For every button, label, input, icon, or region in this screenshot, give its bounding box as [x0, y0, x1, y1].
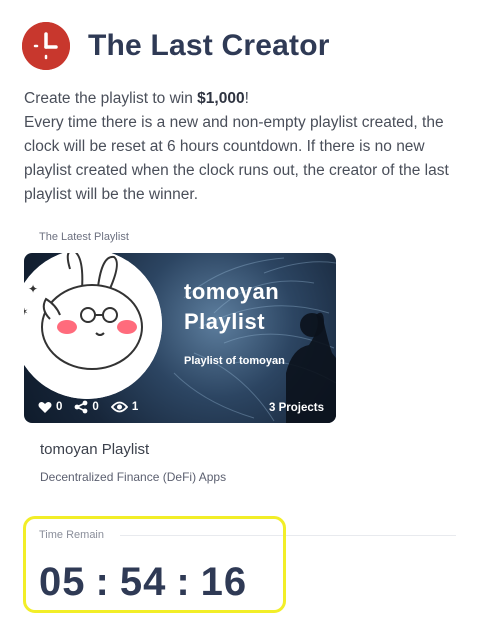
- eye-icon: [110, 401, 128, 413]
- intro-body: Every time there is a new and non-empty …: [24, 114, 449, 203]
- playlist-category: Decentralized Finance (DeFi) Apps: [40, 470, 227, 484]
- latest-playlist-label: The Latest Playlist: [39, 231, 129, 243]
- card-stats: 0 0 1: [38, 400, 138, 414]
- playlist-card[interactable]: ✦ ✶ tomoyan Playlist Playlist of tomoyan…: [24, 253, 336, 423]
- svg-text:✦: ✦: [28, 282, 38, 296]
- clock-icon: [22, 22, 70, 70]
- heart-icon: [38, 401, 52, 413]
- highlight-box: [23, 516, 286, 613]
- header: The Last Creator: [22, 22, 330, 70]
- intro-suffix: !: [244, 90, 249, 107]
- shares-count: 0: [92, 401, 99, 413]
- views-count: 1: [131, 401, 139, 413]
- intro-text: Create the playlist to win $1,000! Every…: [24, 87, 464, 207]
- likes-count: 0: [56, 401, 63, 413]
- views-stat: 1: [110, 401, 139, 413]
- shares-stat[interactable]: 0: [74, 400, 99, 414]
- likes-stat[interactable]: 0: [38, 401, 62, 414]
- card-title: tomoyan Playlist: [184, 279, 280, 334]
- card-subtitle: Playlist of tomoyan: [184, 355, 285, 367]
- svg-text:✶: ✶: [24, 307, 28, 318]
- intro-prefix: Create the playlist to win: [24, 90, 198, 107]
- projects-count: 3 Projects: [269, 402, 324, 414]
- prize-amount: $1,000: [197, 90, 245, 107]
- share-icon: [75, 400, 88, 414]
- page-title: The Last Creator: [88, 29, 330, 62]
- playlist-name[interactable]: tomoyan Playlist: [40, 441, 149, 458]
